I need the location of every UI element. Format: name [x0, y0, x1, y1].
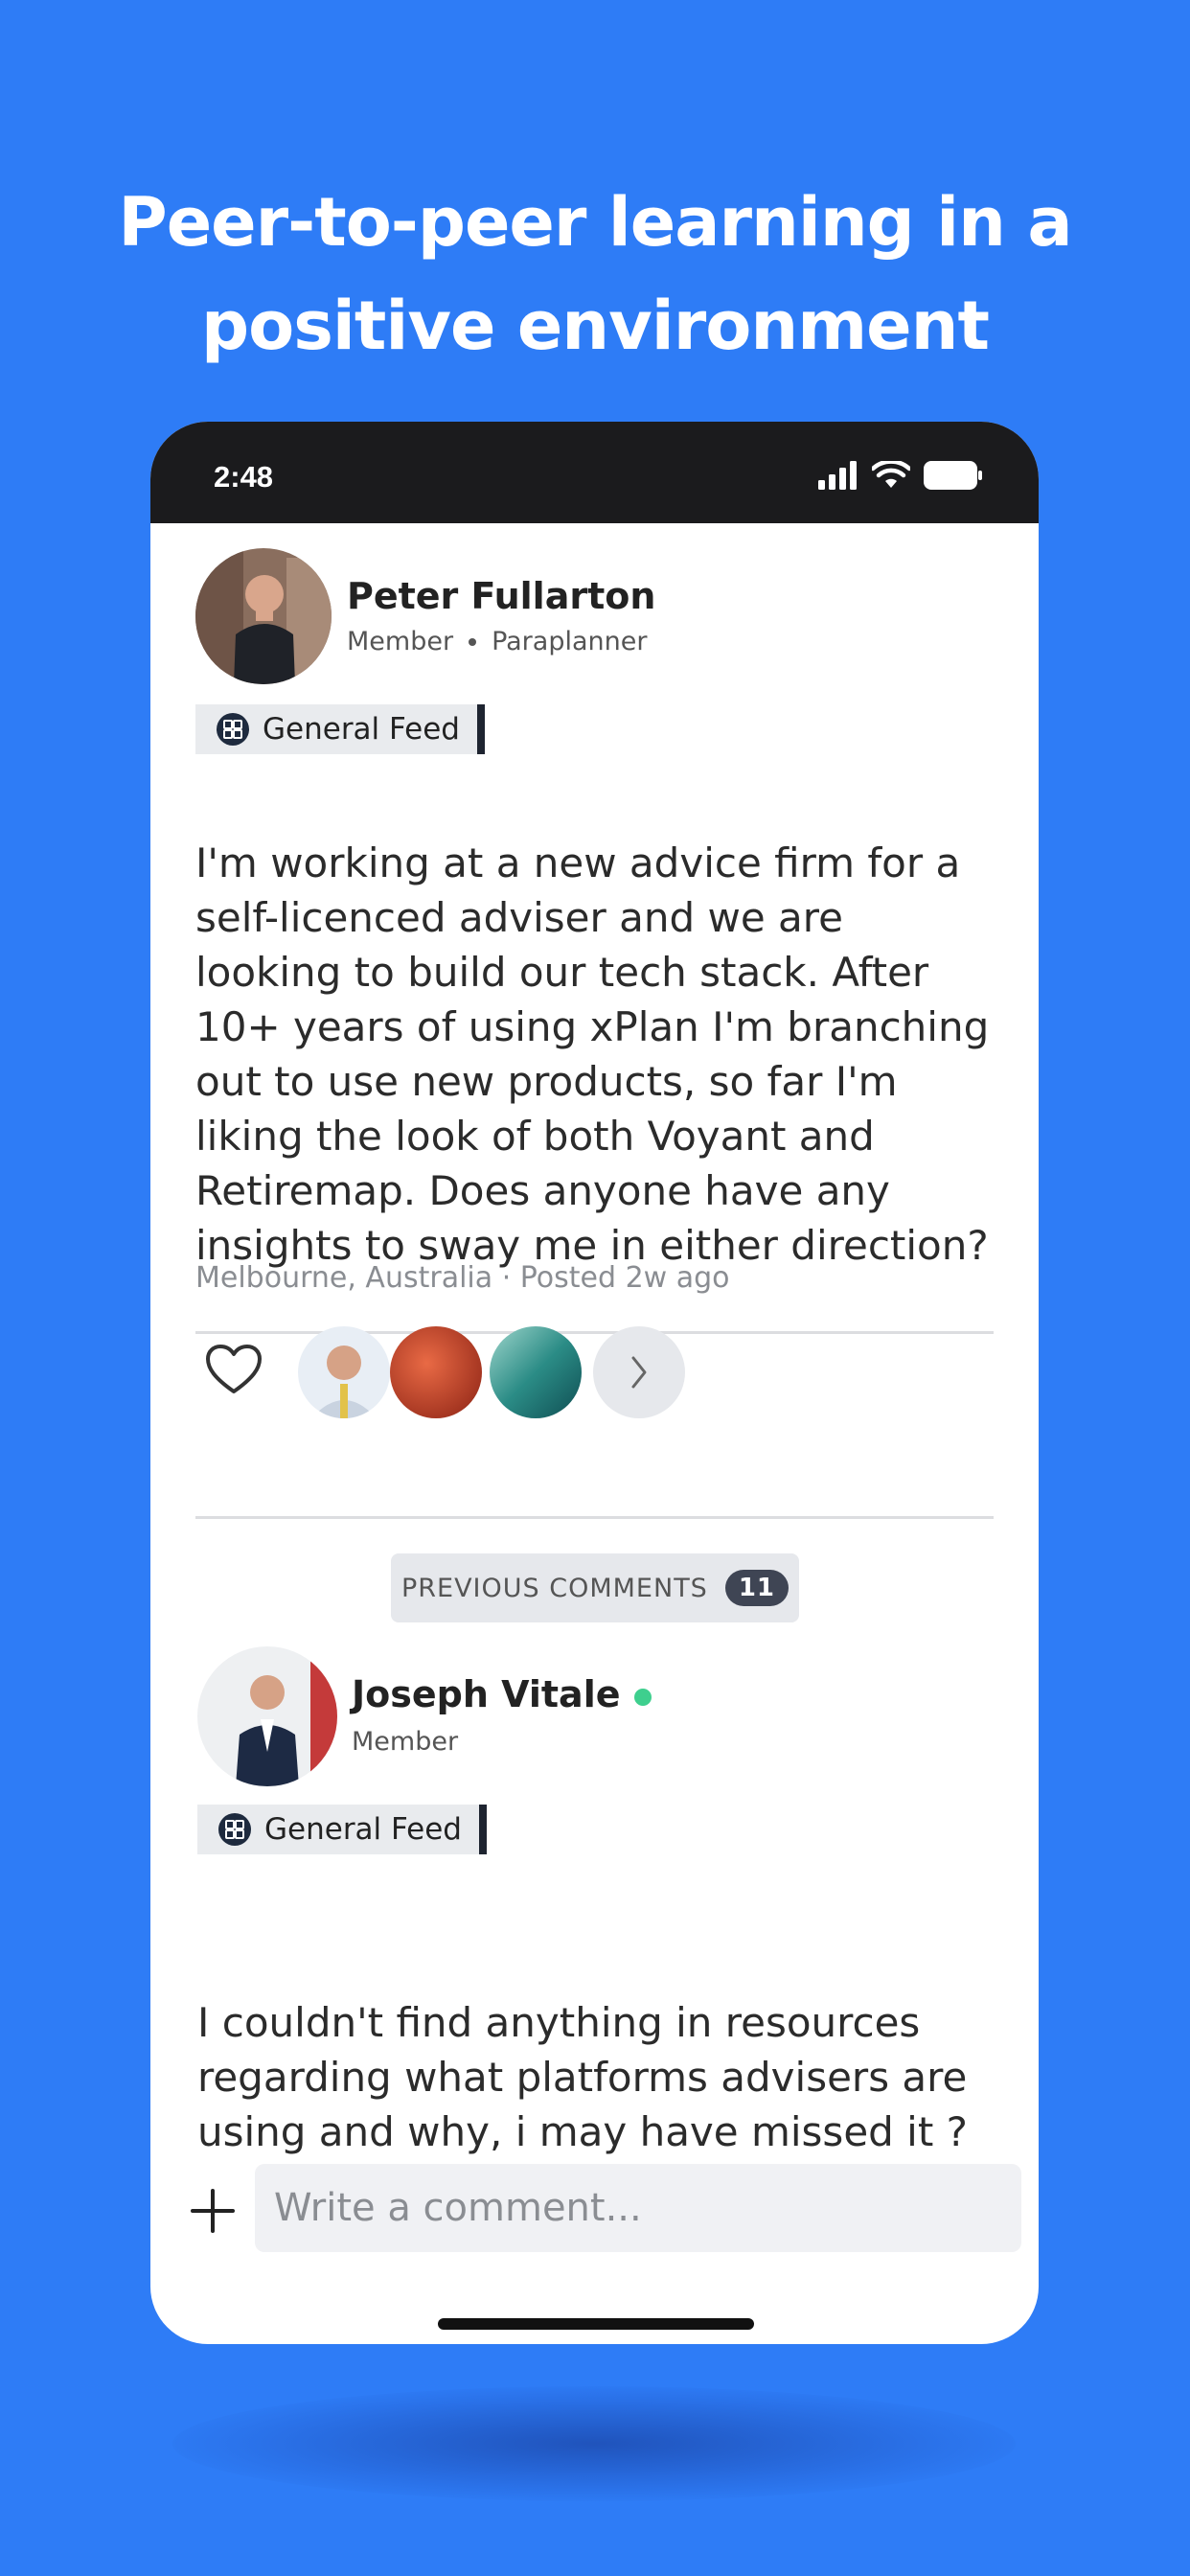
- more-reactors-button[interactable]: [593, 1326, 685, 1418]
- divider-bottom: [195, 1516, 994, 1519]
- headline: Peer-to-peer learning in a positive envi…: [0, 171, 1190, 378]
- chevron-right-icon: [631, 1356, 647, 1389]
- location-separator: ·: [501, 1261, 520, 1295]
- separator-dot: [469, 637, 477, 646]
- status-icons: [818, 460, 983, 491]
- status-bar: 2:48: [150, 422, 1039, 523]
- wifi-icon: [872, 461, 910, 488]
- status-time: 2:48: [214, 460, 274, 494]
- phone-screen: 2:48 Peter Fullarton Member Paraplanner …: [150, 422, 1039, 2344]
- reactor-avatar[interactable]: [390, 1326, 482, 1418]
- comment-author-name: Joseph Vitale: [352, 1673, 621, 1715]
- post-timestamp: Posted 2w ago: [519, 1261, 730, 1295]
- comment-input[interactable]: [255, 2164, 1021, 2252]
- post-feed-tag[interactable]: General Feed: [195, 704, 485, 754]
- headline-line-1: Peer-to-peer learning in a: [118, 183, 1072, 262]
- signal-icon: [818, 461, 857, 490]
- heart-outline-icon[interactable]: [205, 1344, 263, 1395]
- comment-feed-tag[interactable]: General Feed: [197, 1805, 487, 1854]
- reactions-row: [195, 1322, 994, 1418]
- home-indicator[interactable]: [438, 2318, 754, 2330]
- previous-comments-count: 11: [724, 1570, 790, 1606]
- phone-shadow: [172, 2386, 1016, 2501]
- post-location: Melbourne, Australia: [195, 1261, 493, 1295]
- feed-icon: [217, 713, 249, 746]
- battery-icon: [924, 461, 982, 490]
- post-feed-label: General Feed: [263, 712, 460, 747]
- post-location-line: Melbourne, Australia · Posted 2w ago: [195, 1261, 730, 1295]
- comment-composer: [150, 2158, 1039, 2273]
- comment-author-role: Member: [352, 1727, 459, 1757]
- headline-line-2: positive environment: [201, 287, 990, 365]
- comment-author-name-row[interactable]: Joseph Vitale: [352, 1673, 652, 1715]
- previous-comments-button[interactable]: PREVIOUS COMMENTS 11: [391, 1553, 799, 1622]
- reactor-avatar[interactable]: [490, 1326, 582, 1418]
- plus-icon[interactable]: [189, 2187, 237, 2235]
- previous-comments-label: PREVIOUS COMMENTS: [400, 1573, 708, 1603]
- comment-author-meta: Member: [352, 1727, 458, 1757]
- comment-body: I couldn't find anything in resources re…: [197, 1999, 968, 2155]
- post-author-title: Paraplanner: [492, 627, 648, 656]
- post-author-name[interactable]: Peter Fullarton: [347, 575, 655, 617]
- feed-icon: [218, 1813, 251, 1846]
- comment-feed-label: General Feed: [264, 1812, 462, 1847]
- post-author-avatar[interactable]: [195, 548, 332, 684]
- post-author-meta: Member Paraplanner: [347, 627, 647, 656]
- online-status-indicator: [633, 1688, 652, 1706]
- comment-author-avatar[interactable]: [197, 1646, 337, 1786]
- post-author-role: Member: [347, 627, 454, 656]
- reactor-avatar[interactable]: [298, 1326, 390, 1418]
- post-body: I'm working at a new advice firm for a s…: [195, 840, 990, 1269]
